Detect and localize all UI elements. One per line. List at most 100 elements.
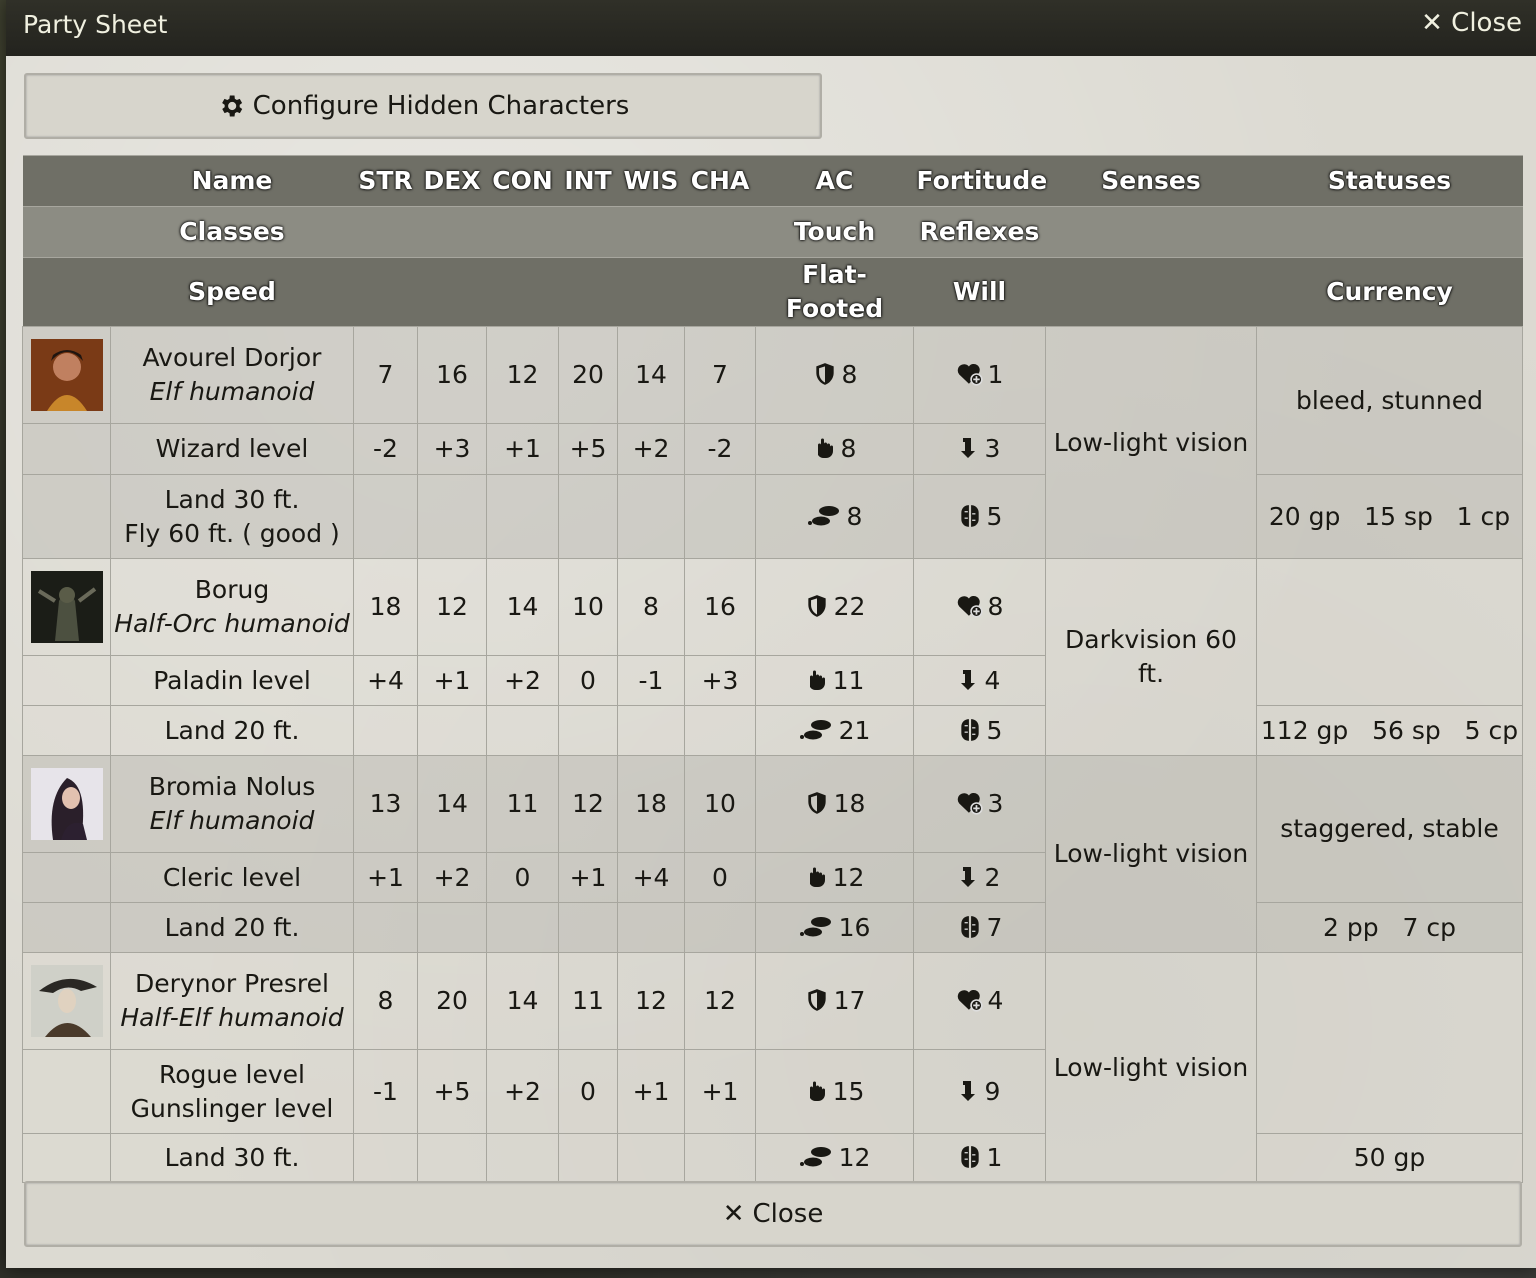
shield-icon bbox=[815, 363, 834, 385]
character-name[interactable]: Borug bbox=[114, 573, 350, 607]
character-class: Paladin level bbox=[110, 655, 354, 706]
portrait-borug[interactable] bbox=[30, 571, 103, 643]
footer-close-label: Close bbox=[752, 1199, 824, 1229]
character-avourel-dorjor: Avourel Dorjor Elf humanoid 7 16 12 20 14… bbox=[22, 326, 1523, 559]
character-name[interactable]: Avourel Dorjor bbox=[114, 341, 350, 375]
currency-cell: 20 gp 15 sp 1 cp bbox=[1256, 474, 1523, 559]
portrait-avourel-dorjor[interactable] bbox=[30, 339, 103, 411]
statuses-cell bbox=[1256, 558, 1523, 706]
arrow-down-icon bbox=[960, 1080, 975, 1101]
reflex-cell: 9 bbox=[913, 1049, 1046, 1134]
character-name[interactable]: Derynor Presrel bbox=[114, 967, 350, 1001]
currency-cell: 112 gp 56 sp 5 cp bbox=[1256, 705, 1523, 756]
character-race: Elf humanoid bbox=[149, 377, 315, 406]
int-mod: 0 bbox=[558, 1049, 618, 1134]
dex-score: 16 bbox=[417, 326, 487, 424]
configure-hidden-characters-button[interactable]: Configure Hidden Characters bbox=[24, 73, 822, 139]
footprints-icon bbox=[807, 505, 839, 525]
footprints-icon bbox=[799, 1147, 831, 1167]
int-score: 10 bbox=[558, 558, 618, 656]
touch-cell: 12 bbox=[755, 852, 914, 903]
str-mod: +1 bbox=[353, 852, 418, 903]
shield-icon bbox=[807, 792, 826, 814]
window-content: Configure Hidden Characters Name STR DEX… bbox=[6, 56, 1536, 1268]
configure-label: Configure Hidden Characters bbox=[252, 91, 630, 121]
character-name-cell[interactable]: Bromia Nolus Elf humanoid bbox=[110, 755, 354, 853]
wis-mod: +1 bbox=[617, 1049, 685, 1134]
shield-icon bbox=[807, 595, 826, 617]
character-name-cell[interactable]: Avourel Dorjor Elf humanoid bbox=[110, 326, 354, 424]
header-row-1: Name STR DEX CON INT WIS CHA AC Fortitud… bbox=[22, 155, 1523, 207]
int-score: 12 bbox=[558, 755, 618, 853]
character-race: Half-Elf humanoid bbox=[120, 1003, 344, 1032]
party-table: Name STR DEX CON INT WIS CHA AC Fortitud… bbox=[22, 155, 1523, 1183]
statuses-cell bbox=[1256, 952, 1523, 1134]
gear-icon bbox=[221, 95, 242, 117]
int-score: 20 bbox=[558, 326, 618, 424]
window-close-button[interactable]: ✕ Close bbox=[1421, 8, 1522, 38]
header-senses: Senses bbox=[1045, 155, 1257, 207]
reflex-cell: 4 bbox=[913, 655, 1046, 706]
heart-plus-icon bbox=[957, 989, 983, 1012]
character-race: Elf humanoid bbox=[149, 806, 315, 835]
header-row-3: Speed Flat-Footed Will Currency bbox=[22, 257, 1523, 327]
header-fortitude: Fortitude bbox=[913, 155, 1047, 207]
will-cell: 1 bbox=[913, 1133, 1046, 1183]
portrait-derynor-presrel[interactable] bbox=[30, 965, 103, 1037]
currency-cell: 2 pp 7 cp bbox=[1256, 902, 1523, 953]
touch-cell: 15 bbox=[755, 1049, 914, 1134]
footer-close-button[interactable]: ✕ Close bbox=[24, 1181, 1522, 1247]
header-will: Will bbox=[913, 257, 1046, 327]
character-name[interactable]: Bromia Nolus bbox=[114, 770, 350, 804]
character-name-cell[interactable]: Borug Half-Orc humanoid bbox=[110, 558, 354, 656]
wis-mod: -1 bbox=[617, 655, 685, 706]
character-class: Wizard level bbox=[110, 423, 354, 475]
header-cha: CHA bbox=[684, 155, 756, 207]
header-currency: Currency bbox=[1256, 257, 1523, 327]
cha-mod: +3 bbox=[684, 655, 756, 706]
fortitude-cell: 1 bbox=[913, 326, 1046, 424]
header-int: INT bbox=[558, 155, 618, 207]
int-mod: 0 bbox=[558, 655, 618, 706]
character-bromia-nolus: Bromia Nolus Elf humanoid 13 14 11 12 18 … bbox=[22, 755, 1523, 953]
senses-cell: Low-light vision bbox=[1045, 755, 1257, 953]
ac-cell: 22 bbox=[755, 558, 914, 656]
character-name-cell[interactable]: Derynor Presrel Half-Elf humanoid bbox=[110, 952, 354, 1050]
fortitude-cell: 8 bbox=[913, 558, 1046, 656]
header-statuses: Statuses bbox=[1256, 155, 1523, 207]
wis-score: 18 bbox=[617, 755, 685, 853]
cha-score: 7 bbox=[684, 326, 756, 424]
brain-icon bbox=[960, 915, 979, 938]
con-mod: +2 bbox=[486, 655, 559, 706]
party-sheet-window: Party Sheet ✕ Close Configure Hidden Cha… bbox=[6, 0, 1536, 1268]
heart-plus-icon bbox=[957, 792, 983, 815]
arrow-down-icon bbox=[960, 438, 975, 458]
int-mod: +5 bbox=[558, 423, 618, 475]
character-race: Half-Orc humanoid bbox=[114, 609, 350, 638]
senses-cell: Low-light vision bbox=[1045, 326, 1257, 559]
str-score: 13 bbox=[353, 755, 418, 853]
close-icon: ✕ bbox=[722, 1199, 745, 1229]
wis-score: 12 bbox=[617, 952, 685, 1050]
character-speed: Land 20 ft. bbox=[110, 705, 354, 756]
con-mod: +1 bbox=[486, 423, 559, 475]
character-speed: Land 20 ft. bbox=[110, 902, 354, 953]
window-titlebar[interactable]: Party Sheet ✕ Close bbox=[6, 0, 1536, 56]
touch-cell: 11 bbox=[755, 655, 914, 706]
arrow-down-icon bbox=[960, 669, 975, 690]
close-icon: ✕ bbox=[1421, 8, 1443, 38]
brain-icon bbox=[960, 504, 979, 527]
flat-footed-cell: 21 bbox=[755, 705, 914, 756]
footprints-icon bbox=[799, 916, 831, 936]
int-mod: +1 bbox=[558, 852, 618, 903]
ac-cell: 18 bbox=[755, 755, 914, 853]
dex-mod: +5 bbox=[417, 1049, 487, 1134]
con-score: 14 bbox=[486, 952, 559, 1050]
str-mod: -2 bbox=[353, 423, 418, 475]
portrait-bromia-nolus[interactable] bbox=[30, 768, 103, 840]
touch-cell: 8 bbox=[755, 423, 914, 475]
cha-mod: 0 bbox=[684, 852, 756, 903]
con-score: 14 bbox=[486, 558, 559, 656]
cha-score: 12 bbox=[684, 952, 756, 1050]
header-wis: WIS bbox=[617, 155, 685, 207]
